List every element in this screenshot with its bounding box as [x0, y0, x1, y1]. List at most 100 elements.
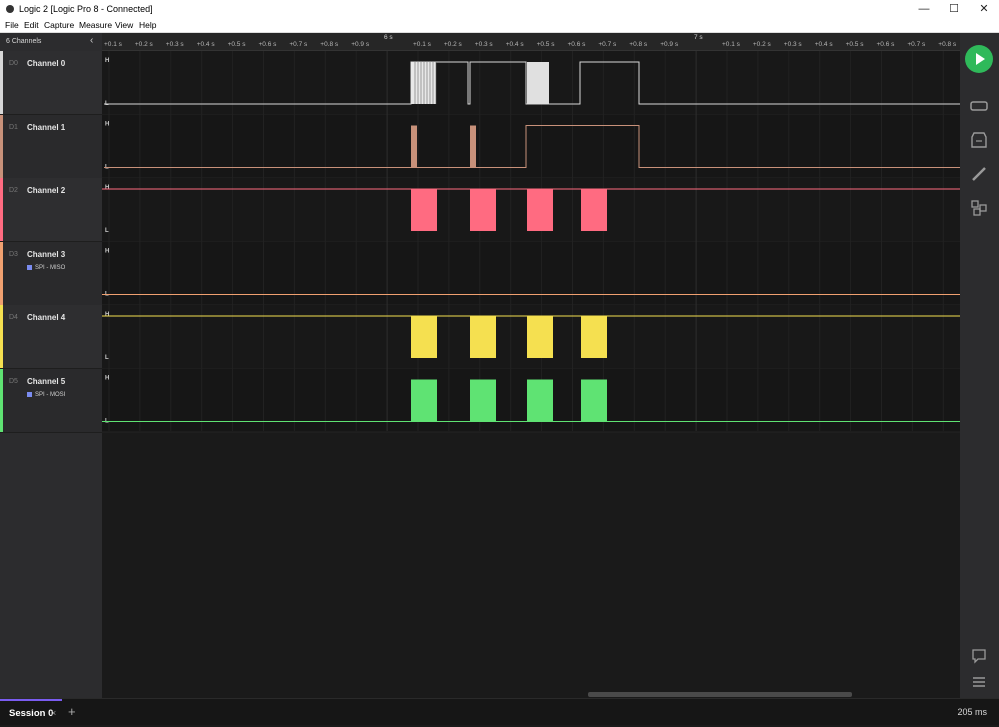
menu-edit[interactable]: Edit [24, 20, 39, 30]
chat-icon[interactable] [970, 647, 988, 665]
menu-icon[interactable] [970, 673, 988, 691]
sidebar-header: 6 Channels ‹ [0, 33, 102, 50]
ruler-major-label: 7 s [694, 34, 703, 41]
close-button[interactable]: ✕ [969, 0, 999, 19]
right-toolbar [960, 33, 999, 698]
channel-name[interactable]: Channel 4 [27, 313, 65, 322]
level-high-label: H [105, 185, 109, 191]
device-icon[interactable] [970, 97, 988, 115]
channel-name[interactable]: Channel 5 [27, 377, 65, 386]
menu-capture[interactable]: Capture [44, 20, 74, 30]
ruler-tick-label: +0.9 s [660, 41, 679, 48]
level-low-label: L [105, 355, 109, 361]
channel-color-bar [0, 368, 3, 432]
channel-1-pulse [411, 125, 417, 168]
session-close-icon[interactable]: × [51, 708, 56, 718]
channel-5-burst [581, 379, 607, 422]
waveform-area[interactable]: HLHLHLHLHLHL [102, 51, 960, 692]
level-low-label: L [105, 228, 109, 234]
ruler-tick-label: +0.5 s [845, 41, 864, 48]
channel-id: D4 [9, 314, 18, 321]
level-high-label: H [105, 122, 109, 128]
ruler-tick-label: +0.2 s [752, 41, 771, 48]
channel-0-burst [527, 62, 549, 104]
channel-name[interactable]: Channel 3 [27, 250, 65, 259]
window-title: Logic 2 [Logic Pro 8 - Connected] [19, 4, 153, 14]
capture-timing: 205 ms [957, 707, 987, 717]
minimize-button[interactable]: — [909, 0, 939, 19]
time-ruler[interactable]: +0.1 s +0.2 s +0.3 s +0.4 s +0.5 s +0.6 s +0.7… [102, 33, 960, 51]
ruler-tick-label: +0.7 s [907, 41, 926, 48]
channel-color-bar [0, 305, 3, 368]
ruler-tick-label: +0.1 s [413, 41, 431, 48]
channel-row-4[interactable]: D4 Channel 4 [0, 305, 102, 369]
extensions-icon[interactable] [970, 199, 988, 217]
channel-id: D2 [9, 187, 18, 194]
channel-lane [102, 241, 960, 305]
ruler-tick-label: +0.2 s [443, 41, 462, 48]
ruler-tick-label: +0.8 s [938, 41, 957, 48]
channel-count: 6 Channels [6, 38, 42, 45]
add-session-icon[interactable]: + [68, 704, 76, 719]
channel-color-bar [0, 114, 3, 178]
channel-row-1[interactable]: D1 Channel 1 [0, 114, 102, 179]
ruler-tick-label: +0.1 s [104, 41, 122, 48]
menu-bar: File Edit Capture Measure View Help [0, 19, 999, 33]
channel-color-bar [0, 178, 3, 241]
channel-lane [102, 114, 960, 178]
level-high-label: H [105, 249, 109, 255]
ruler-tick-label: +0.6 s [567, 41, 586, 48]
channel-2-burst [470, 189, 496, 231]
ruler-major-label: 6 s [384, 34, 393, 41]
channel-5-burst [470, 379, 496, 422]
channel-id: D1 [9, 123, 18, 131]
menu-measure[interactable]: Measure [79, 20, 112, 30]
collapse-sidebar-icon[interactable]: ‹ [90, 35, 93, 46]
horizontal-scrollbar[interactable] [588, 692, 852, 697]
analyzer-label: SPI - MOSI [27, 391, 66, 398]
analyzer-name: SPI - MISO [35, 264, 66, 271]
ruler-tick-label: +0.8 s [629, 41, 648, 48]
ruler-tick-label: +0.3 s [474, 41, 493, 48]
level-high-label: H [105, 312, 109, 318]
ruler-tick-label: +0.4 s [814, 41, 833, 48]
ruler-tick-label: +0.7 s [598, 41, 617, 48]
session-label: Session 0 [9, 708, 54, 719]
channel-row-2[interactable]: D2 Channel 2 [0, 178, 102, 242]
channel-name[interactable]: Channel 1 [27, 123, 65, 132]
channel-2-burst [411, 189, 437, 231]
channel-sidebar: 6 Channels ‹ D0 Channel 0 D1 Channel 1 D2 Cha… [0, 33, 102, 698]
ruler-tick-label: +0.2 s [134, 41, 153, 48]
analyzer-color-icon [27, 391, 32, 397]
channel-5-burst [527, 379, 553, 422]
menu-view[interactable]: View [115, 20, 133, 30]
channel-4-burst [527, 316, 553, 358]
ruler-tick-label: +0.3 s [783, 41, 802, 48]
title-bar: Logic 2 [Logic Pro 8 - Connected] — ☐ ✕ [0, 0, 999, 19]
ruler-tick-label: +0.8 s [320, 41, 339, 48]
maximize-button[interactable]: ☐ [939, 0, 969, 19]
channel-name[interactable]: Channel 0 [27, 59, 65, 68]
channel-4-burst [581, 316, 607, 358]
menu-file[interactable]: File [5, 20, 19, 30]
channel-2-burst [527, 189, 553, 231]
analyzer-color-icon [27, 264, 32, 270]
channel-row-5[interactable]: D5 Channel 5 SPI - MOSI [0, 368, 102, 433]
ruler-tick-label: +0.3 s [165, 41, 184, 48]
channel-4-burst [470, 316, 496, 358]
channel-color-bar [0, 241, 3, 305]
analyzer-icon[interactable] [970, 131, 988, 149]
play-icon[interactable] [965, 45, 993, 73]
measure-icon[interactable] [970, 165, 988, 183]
analyzer-name: SPI - MOSI [35, 391, 66, 398]
menu-help[interactable]: Help [139, 20, 156, 30]
ruler-tick-label: +0.6 s [258, 41, 277, 48]
channel-row-3[interactable]: D3 Channel 3 SPI - MISO [0, 241, 102, 306]
session-tab[interactable]: Session 0 × [0, 699, 62, 727]
channel-name[interactable]: Channel 2 [27, 186, 65, 195]
channel-row-0[interactable]: D0 Channel 0 [0, 51, 102, 115]
level-high-label: H [105, 376, 109, 382]
logic-app-icon [6, 5, 14, 13]
ruler-tick-label: +0.6 s [876, 41, 895, 48]
channel-5-burst [411, 379, 437, 422]
